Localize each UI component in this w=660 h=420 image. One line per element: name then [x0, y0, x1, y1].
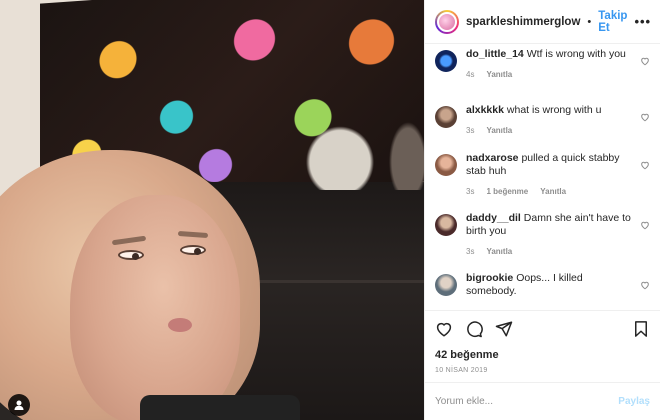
comment-item: nadxarose pulled a quick stabby stab huh… [435, 152, 650, 202]
comment-time[interactable]: 3s [466, 187, 474, 196]
post-date[interactable]: 10 NİSAN 2019 [425, 364, 660, 382]
commenter-avatar[interactable] [435, 50, 457, 72]
photo-figurine [300, 120, 380, 190]
photo-lips [168, 318, 192, 332]
reply-button[interactable]: Yanıtla [486, 70, 512, 79]
commenter-avatar[interactable] [435, 154, 457, 176]
post-header: sparkleshimmerglow • Takip Et ••• [425, 0, 660, 44]
comment-time[interactable]: 3s [466, 247, 474, 256]
comment-like-icon[interactable] [640, 109, 650, 122]
commenter-username[interactable]: nadxarose [466, 152, 519, 164]
tagged-users-button[interactable] [8, 394, 30, 416]
add-comment-bar: Paylaş [425, 382, 660, 420]
post-actions [425, 310, 660, 346]
comment-item: bigrookie Oops... I killed somebody. [435, 272, 650, 310]
photo-shirt [140, 395, 300, 420]
follow-button[interactable]: Takip Et [598, 10, 627, 34]
comment-text: nadxarose pulled a quick stabby stab huh [466, 152, 632, 178]
commenter-username[interactable]: alxkkkk [466, 104, 504, 116]
commenter-username[interactable]: bigrookie [466, 272, 513, 284]
comment-text: do_little_14 Wtf is wrong with you [466, 48, 632, 61]
commenter-avatar[interactable] [435, 106, 457, 128]
author-username[interactable]: sparkleshimmerglow [466, 16, 580, 28]
comment-text: daddy__dil Damn she ain't have to birth … [466, 212, 632, 238]
comment-meta: 3s Yanıtla [466, 247, 632, 256]
comment-item: daddy__dil Damn she ain't have to birth … [435, 212, 650, 262]
post-side-panel: sparkleshimmerglow • Takip Et ••• do_lit… [424, 0, 660, 420]
header-separator: • [587, 15, 592, 28]
reply-button[interactable]: Yanıtla [486, 247, 512, 256]
photo-face [70, 195, 240, 420]
comment-icon[interactable] [465, 320, 483, 338]
comment-message: what is wrong with u [506, 104, 602, 116]
more-options-icon[interactable]: ••• [634, 14, 651, 29]
comment-input[interactable] [435, 396, 619, 407]
post-photo[interactable] [0, 0, 424, 420]
post-comment-button[interactable]: Paylaş [618, 396, 650, 407]
bookmark-icon[interactable] [632, 320, 650, 338]
comment-like-icon[interactable] [640, 157, 650, 170]
instagram-post: sparkleshimmerglow • Takip Et ••• do_lit… [0, 0, 660, 420]
commenter-avatar[interactable] [435, 214, 457, 236]
comment-item: alxkkkk what is wrong with u 3s Yanıtla [435, 104, 650, 142]
comment-like-icon[interactable] [640, 53, 650, 66]
photo-eye-left [118, 250, 144, 260]
comment-list[interactable]: do_little_14 Wtf is wrong with you 4s Ya… [425, 44, 660, 310]
author-avatar[interactable] [435, 9, 459, 34]
comment-time[interactable]: 4s [466, 70, 474, 79]
photo-eye-right [180, 245, 206, 255]
comment-likes-count[interactable]: 1 beğenme [486, 187, 528, 196]
comment-like-icon[interactable] [640, 217, 650, 230]
comment-meta: 3s 1 beğenme Yanıtla [466, 187, 632, 196]
comment-text: bigrookie Oops... I killed somebody. [466, 272, 632, 298]
commenter-username[interactable]: daddy__dil [466, 212, 521, 224]
likes-count[interactable]: 42 beğenme [425, 346, 660, 364]
commenter-avatar[interactable] [435, 274, 457, 296]
comment-text: alxkkkk what is wrong with u [466, 104, 632, 117]
comment-like-icon[interactable] [640, 277, 650, 290]
comment-meta: 3s Yanıtla [466, 126, 632, 135]
reply-button[interactable]: Yanıtla [540, 187, 566, 196]
photo-figurine-dark [388, 120, 424, 190]
heart-icon[interactable] [435, 320, 453, 338]
reply-button[interactable]: Yanıtla [486, 126, 512, 135]
comment-message: Wtf is wrong with you [526, 48, 626, 60]
user-icon [14, 400, 24, 410]
comment-item: do_little_14 Wtf is wrong with you 4s Ya… [435, 48, 650, 98]
comment-time[interactable]: 3s [466, 126, 474, 135]
comment-meta: 4s Yanıtla [466, 70, 632, 79]
commenter-username[interactable]: do_little_14 [466, 48, 524, 60]
share-icon[interactable] [495, 320, 513, 338]
